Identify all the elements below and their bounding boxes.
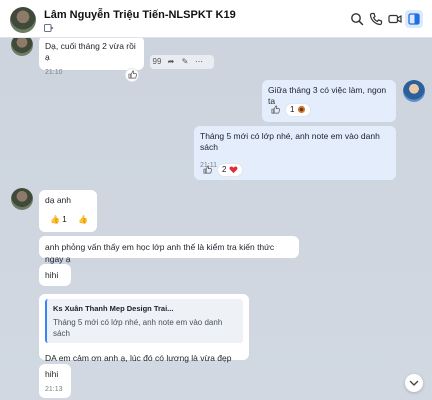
reaction-summary[interactable]: 2: [217, 163, 243, 177]
scroll-to-bottom-button[interactable]: [405, 374, 423, 392]
reaction-count: 2: [222, 165, 227, 174]
thumbs-up-icon: [128, 70, 137, 79]
message-text: DA em cảm ơn anh ạ, lúc đó có lương là v…: [45, 353, 232, 374]
reaction-like-button[interactable]: [268, 104, 282, 118]
quoted-message[interactable]: Ks Xuân Thanh Mep Design Trai... Tháng 5…: [45, 299, 243, 343]
quoted-text: Tháng 5 mới có lớp nhé, anh note em vào …: [53, 318, 223, 338]
edit-todo-icon[interactable]: ✎: [178, 55, 192, 69]
chevron-down-icon: [409, 380, 419, 386]
quoted-sender-name: Ks Xuân Thanh Mep Design Trai...: [53, 304, 174, 313]
contact-avatar[interactable]: [10, 7, 36, 33]
message-text: anh phỏng vấn thấy em học lớp anh thế là…: [45, 242, 275, 264]
reaction-emoji-icon: [297, 106, 305, 114]
my-avatar[interactable]: [403, 80, 425, 102]
toggle-info-panel-button[interactable]: [405, 10, 423, 28]
thumbs-up-emoji-icon: 👍: [78, 215, 88, 224]
message-text: hihi: [45, 369, 59, 379]
reaction-count: 1: [290, 105, 295, 114]
sender-avatar[interactable]: [11, 188, 33, 210]
message-bubble[interactable]: Ks Xuân Thanh Mep Design Trai... Tháng 5…: [39, 294, 249, 374]
reaction-summary[interactable]: 👍 1: [46, 214, 71, 228]
video-call-icon[interactable]: [387, 11, 403, 27]
message-text: hihi: [45, 270, 59, 280]
thumbs-up-icon: [203, 165, 212, 174]
forward-icon[interactable]: ➦: [164, 55, 178, 69]
message-bubble[interactable]: Giữa tháng 3 có việc làm, ngon ta: [262, 80, 396, 122]
message-bubble[interactable]: anh phỏng vấn thấy em học lớp anh thế là…: [39, 236, 299, 264]
reaction-like-button[interactable]: [125, 68, 139, 82]
thumbs-up-icon: [271, 105, 280, 114]
quote-icon[interactable]: 99: [150, 55, 164, 69]
more-options-icon[interactable]: ⋯: [192, 55, 206, 69]
message-text: Dạ, cuối tháng 2 vừa rồi ạ: [45, 41, 136, 62]
reaction-summary[interactable]: 1: [285, 103, 311, 117]
contact-name[interactable]: Lâm Nguyễn Triệu Tiến-NLSPKT K19: [44, 9, 236, 21]
message-hover-toolbar: 99 ➦ ✎ ⋯: [150, 55, 214, 69]
message-bubble[interactable]: hihi: [39, 264, 71, 286]
message-time: 21:13: [45, 386, 63, 393]
message-text: Giữa tháng 3 có việc làm, ngon ta: [268, 85, 387, 106]
search-icon[interactable]: [349, 11, 365, 27]
message-list[interactable]: Dạ, cuối tháng 2 vừa rồi ạ 21:10 99 ➦ ✎ ⋯ G…: [0, 38, 432, 400]
message-bubble[interactable]: hihi 21:13: [39, 364, 71, 398]
message-text: dạ anh: [45, 195, 71, 205]
message-bubble[interactable]: Dạ, cuối tháng 2 vừa rồi ạ 21:10: [39, 38, 144, 76]
label-tag-icon[interactable]: [44, 24, 54, 32]
thumbs-up-emoji-icon: 👍: [50, 215, 60, 224]
chat-header: Lâm Nguyễn Triệu Tiến-NLSPKT K19: [0, 0, 432, 38]
sender-avatar[interactable]: [11, 38, 33, 56]
reaction-count: 1: [62, 215, 67, 224]
phone-icon[interactable]: [368, 11, 384, 27]
message-text: Tháng 5 mới có lớp nhé, anh note em vào …: [200, 131, 380, 152]
reaction-like-button[interactable]: [200, 164, 214, 178]
heart-icon: [229, 166, 238, 174]
reaction-like-button[interactable]: 👍: [76, 214, 90, 228]
message-time: 21:10: [45, 69, 63, 76]
